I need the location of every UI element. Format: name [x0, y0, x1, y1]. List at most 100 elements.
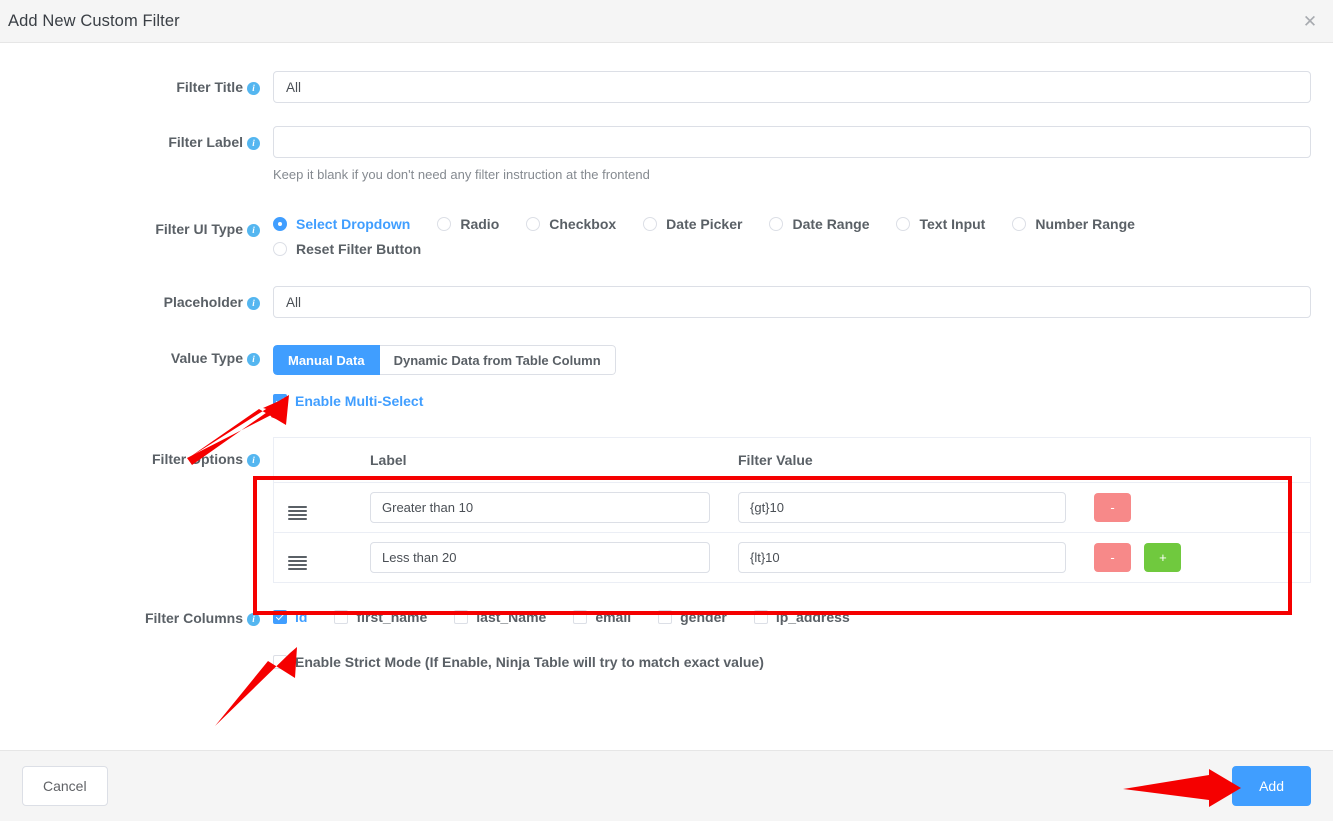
radio-circle-icon	[643, 217, 658, 231]
table-header: Label Filter Value	[274, 438, 1310, 483]
info-icon[interactable]: i	[247, 297, 260, 310]
field-filter-title: Filter Title i	[22, 71, 1311, 103]
enable-strict-mode-checkbox[interactable]: Enable Strict Mode (If Enable, Ninja Tab…	[273, 654, 764, 670]
radio-checkbox[interactable]: Checkbox	[526, 216, 616, 232]
filter-title-label-text: Filter Title	[176, 79, 243, 95]
filter-title-input[interactable]	[273, 71, 1311, 103]
option-label-input-1[interactable]	[370, 492, 710, 523]
filter-column-label: ip_address	[775, 609, 850, 625]
filter-column-first-name-checkbox[interactable]: first_name	[334, 609, 427, 625]
radio-label: Select Dropdown	[296, 216, 411, 232]
filter-column-email-checkbox[interactable]: email	[573, 609, 631, 625]
filter-options-label: Filter Options i	[22, 437, 273, 481]
table-row: -	[274, 482, 1310, 533]
filter-title-label: Filter Title i	[22, 71, 273, 103]
info-icon[interactable]: i	[247, 224, 260, 237]
radio-circle-icon	[273, 242, 287, 256]
filter-label-control: Keep it blank if you don't need any filt…	[273, 126, 1311, 184]
checkbox-box-icon	[658, 610, 673, 624]
column-header-handle	[274, 438, 356, 483]
radio-circle-icon	[896, 217, 911, 231]
filter-ui-type-radio-group: Select Dropdown Radio Checkbox Date Pick…	[273, 210, 1311, 232]
enable-strict-mode-label: Enable Strict Mode (If Enable, Ninja Tab…	[295, 654, 764, 670]
radio-date-range[interactable]: Date Range	[769, 216, 869, 232]
filter-column-label: gender	[680, 609, 727, 625]
radio-circle-icon	[769, 217, 784, 231]
radio-text-input[interactable]: Text Input	[896, 216, 985, 232]
filter-column-ip-address-checkbox[interactable]: ip_address	[753, 609, 850, 625]
radio-circle-icon	[1012, 217, 1027, 231]
info-icon[interactable]: i	[247, 454, 260, 467]
value-type-label: Value Type i	[22, 342, 273, 374]
filter-options-control: Label Filter Value Greater than 10 {gt}1…	[273, 437, 1311, 583]
filter-ui-type-radio-group-row2: Reset Filter Button	[273, 241, 1311, 257]
radio-label: Reset Filter Button	[296, 241, 422, 257]
modal-footer: Cancel Add	[0, 750, 1333, 821]
add-button[interactable]: Add	[1232, 766, 1311, 806]
filter-columns-control: id first_name last_Name email gender ip_…	[273, 602, 1311, 674]
filter-options-table-wrapper: Label Filter Value Greater than 10 {gt}1…	[273, 437, 1311, 583]
option-label-input-2[interactable]	[370, 542, 710, 573]
info-icon[interactable]: i	[247, 353, 260, 366]
value-type-button-group: Manual Data Dynamic Data from Table Colu…	[273, 345, 616, 375]
filter-title-control	[273, 71, 1311, 103]
remove-option-button-1[interactable]: -	[1094, 493, 1131, 522]
placeholder-label: Placeholder i	[22, 286, 273, 318]
info-icon[interactable]: i	[247, 137, 260, 150]
checkbox-box-icon	[454, 610, 469, 624]
field-filter-label: Filter Label i Keep it blank if you don't…	[22, 126, 1311, 184]
radio-date-picker[interactable]: Date Picker	[643, 216, 742, 232]
option-value-input-1[interactable]	[738, 492, 1066, 523]
drag-handle-icon[interactable]	[288, 505, 307, 521]
filter-columns-label-text: Filter Columns	[144, 610, 243, 626]
filter-label-hint: Keep it blank if you don't need any filt…	[273, 167, 650, 182]
row-label-cell	[356, 532, 724, 583]
field-placeholder: Placeholder i	[22, 286, 1311, 318]
filter-ui-type-control: Select Dropdown Radio Checkbox Date Pick…	[273, 210, 1311, 257]
row-handle-cell	[274, 532, 356, 583]
radio-number-range[interactable]: Number Range	[1012, 216, 1135, 232]
filter-column-label: first_name	[356, 609, 428, 625]
placeholder-label-text: Placeholder	[163, 294, 243, 310]
info-icon[interactable]: i	[247, 613, 260, 626]
radio-circle-icon	[437, 217, 452, 231]
drag-handle-icon[interactable]	[288, 555, 307, 571]
placeholder-input[interactable]	[273, 286, 1311, 318]
remove-option-button-2[interactable]: -	[1094, 543, 1131, 572]
row-actions-cell: -	[1080, 482, 1310, 533]
add-option-button[interactable]: +	[1144, 543, 1182, 572]
value-type-manual-data-button[interactable]: Manual Data	[273, 345, 380, 375]
placeholder-control	[273, 286, 1311, 318]
option-value-input-2[interactable]	[738, 542, 1066, 573]
field-filter-ui-type: Filter UI Type i Select Dropdown Radio Ch…	[22, 210, 1311, 257]
filter-column-id-checkbox[interactable]: id	[273, 609, 307, 625]
column-header-filter-value: Filter Value	[724, 438, 1080, 483]
checkbox-box-icon	[573, 610, 588, 624]
page-title: Add New Custom Filter	[8, 11, 180, 30]
radio-reset-filter-button[interactable]: Reset Filter Button	[273, 241, 421, 257]
radio-label: Checkbox	[549, 216, 617, 232]
radio-radio[interactable]: Radio	[437, 216, 499, 232]
filter-column-label: id	[295, 609, 308, 625]
strict-mode-row: Enable Strict Mode (If Enable, Ninja Tab…	[273, 654, 1311, 674]
filter-columns-label: Filter Columns i	[22, 602, 273, 634]
enable-multi-select-checkbox[interactable]: Enable Multi-Select	[273, 393, 423, 409]
radio-select-dropdown[interactable]: Select Dropdown	[273, 216, 410, 232]
filter-label-input[interactable]	[273, 126, 1311, 158]
filter-column-gender-checkbox[interactable]: gender	[658, 609, 727, 625]
enable-multi-select-label: Enable Multi-Select	[295, 393, 424, 409]
radio-label: Radio	[460, 216, 500, 232]
filter-ui-type-label: Filter UI Type i	[22, 210, 273, 248]
row-handle-cell	[274, 482, 356, 533]
row-value-cell	[724, 532, 1080, 583]
value-type-dynamic-data-button[interactable]: Dynamic Data from Table Column	[379, 345, 616, 375]
table-header-row: Label Filter Value	[274, 438, 1310, 483]
close-icon[interactable]: ✕	[1300, 11, 1320, 31]
checkbox-box-icon	[273, 655, 287, 669]
row-label-cell	[356, 482, 724, 533]
checkbox-box-icon	[273, 610, 287, 624]
filter-column-last-name-checkbox[interactable]: last_Name	[454, 609, 546, 625]
info-icon[interactable]: i	[247, 82, 260, 95]
cancel-button[interactable]: Cancel	[22, 766, 108, 806]
filter-options-label-text: Filter Options	[152, 451, 243, 467]
